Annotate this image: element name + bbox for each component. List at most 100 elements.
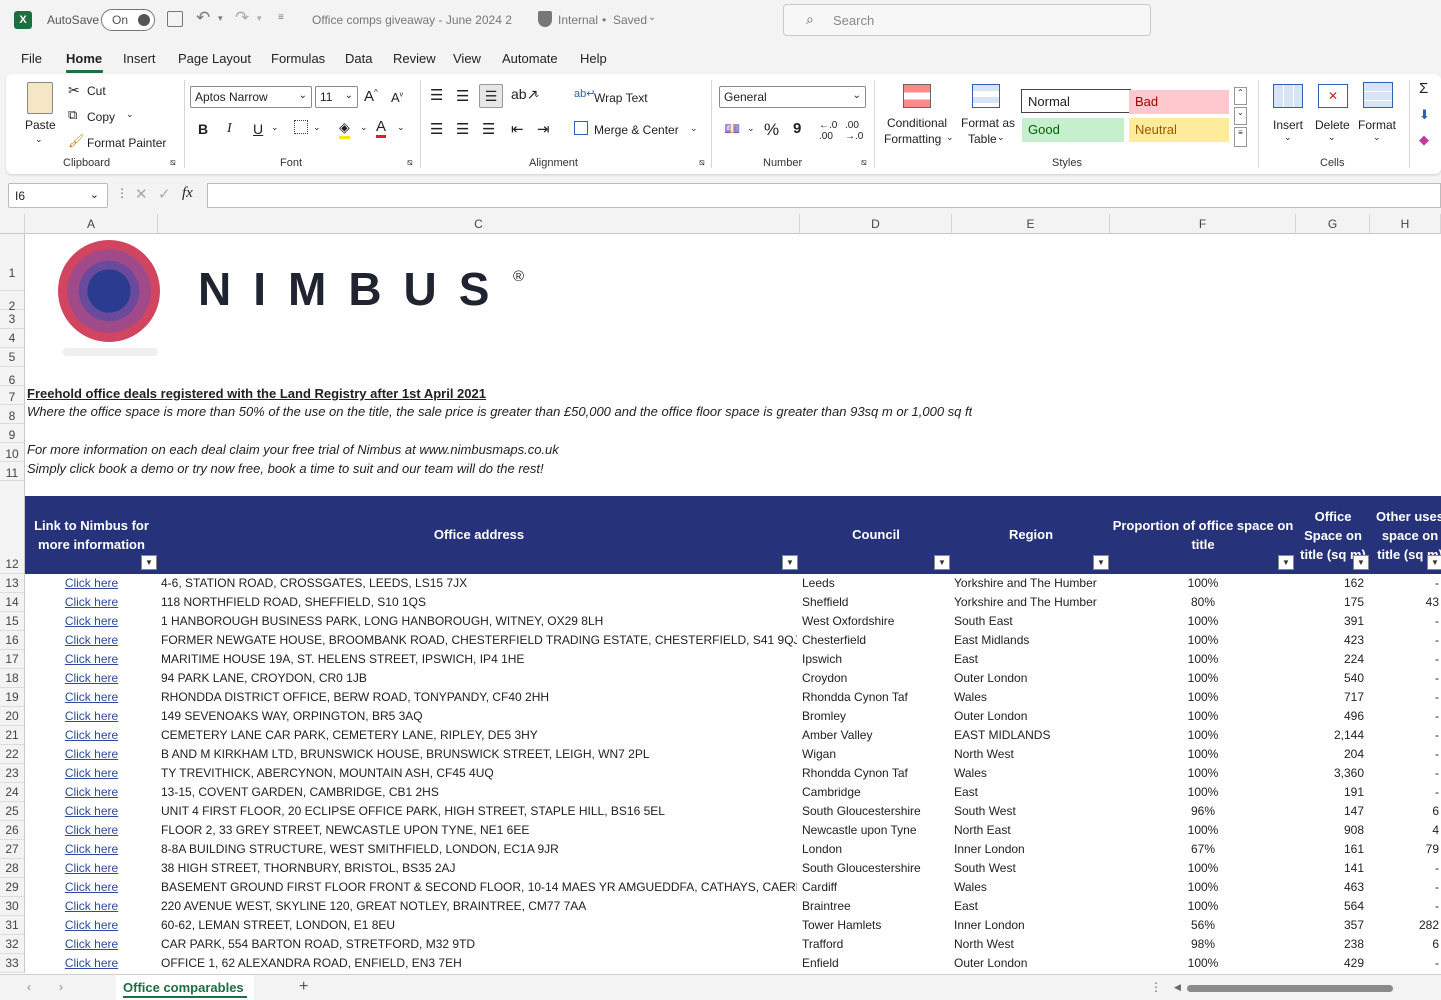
decrease-indent-icon[interactable]: ⇤ — [511, 120, 524, 138]
link-cell[interactable]: Click here — [25, 783, 158, 802]
office-space-cell[interactable]: 429 — [1296, 954, 1364, 973]
other-uses-cell[interactable]: - — [1370, 669, 1439, 688]
filter-dropdown-icon[interactable]: ▼ — [782, 555, 798, 570]
row-header[interactable]: 30 — [0, 897, 25, 916]
council-cell[interactable]: Leeds — [802, 574, 950, 593]
office-space-cell[interactable]: 564 — [1296, 897, 1364, 916]
header-link[interactable]: Link to Nimbus for more information — [25, 516, 158, 554]
align-bottom-icon[interactable]: ☰ — [479, 84, 503, 108]
link-cell[interactable]: Click here — [25, 574, 158, 593]
region-cell[interactable]: East — [954, 897, 1108, 916]
proportion-cell[interactable]: 100% — [1110, 745, 1296, 764]
link-cell[interactable]: Click here — [25, 631, 158, 650]
saved-state[interactable]: Saved — [613, 13, 647, 27]
align-right-icon[interactable]: ☰ — [482, 120, 495, 138]
other-uses-cell[interactable]: 6 — [1370, 802, 1439, 821]
copy-button[interactable]: Copy — [87, 110, 115, 124]
undo-icon[interactable]: ↶ — [196, 8, 210, 28]
row-header[interactable]: 3 — [0, 310, 25, 329]
merge-dropdown-icon[interactable]: ⌄ — [690, 123, 698, 134]
format-as-table-line1[interactable]: Format as — [961, 116, 1015, 130]
row-header[interactable]: 22 — [0, 745, 25, 764]
region-cell[interactable]: EAST MIDLANDS — [954, 726, 1108, 745]
council-cell[interactable]: Enfield — [802, 954, 950, 973]
link-cell[interactable]: Click here — [25, 764, 158, 783]
dialog-launcher-icon[interactable]: ⧅ — [407, 157, 413, 168]
borders-icon[interactable] — [294, 120, 308, 134]
address-cell[interactable]: FLOOR 2, 33 GREY STREET, NEWCASTLE UPON … — [161, 821, 797, 840]
tab-formulas[interactable]: Formulas — [271, 51, 325, 66]
region-cell[interactable]: East Midlands — [954, 631, 1108, 650]
format-cells-icon[interactable] — [1363, 82, 1393, 108]
address-cell[interactable]: OFFICE 1, 62 ALEXANDRA ROAD, ENFIELD, EN… — [161, 954, 797, 973]
align-center-icon[interactable]: ☰ — [456, 120, 469, 138]
row-header[interactable]: 18 — [0, 669, 25, 688]
row-header[interactable]: 19 — [0, 688, 25, 707]
more-options-icon[interactable]: ⋮ — [116, 186, 128, 200]
shrink-font-icon[interactable]: Av — [391, 90, 403, 105]
chevron-down-icon[interactable]: ⌄ — [648, 12, 656, 23]
office-space-cell[interactable]: 3,360 — [1296, 764, 1364, 783]
address-cell[interactable]: FORMER NEWGATE HOUSE, BROOMBANK ROAD, CH… — [161, 631, 797, 650]
address-cell[interactable]: CAR PARK, 554 BARTON ROAD, STRETFORD, M3… — [161, 935, 797, 954]
redo-dropdown-icon[interactable]: ▾ — [257, 13, 262, 24]
increase-indent-icon[interactable]: ⇥ — [537, 120, 550, 138]
row-header[interactable]: 28 — [0, 859, 25, 878]
proportion-cell[interactable]: 96% — [1110, 802, 1296, 821]
row-header[interactable]: 12 — [0, 481, 25, 574]
row-header[interactable]: 27 — [0, 840, 25, 859]
align-middle-icon[interactable]: ☰ — [456, 87, 469, 105]
horizontal-scrollbar-thumb[interactable] — [1187, 985, 1393, 992]
styles-scroll-up-icon[interactable]: ⌃ — [1234, 87, 1247, 105]
intro-line-2[interactable]: For more information on each deal claim … — [27, 440, 559, 459]
office-space-cell[interactable]: 540 — [1296, 669, 1364, 688]
insert-function-icon[interactable]: fx — [182, 185, 193, 202]
link-cell[interactable]: Click here — [25, 954, 158, 973]
filter-dropdown-icon[interactable]: ▼ — [934, 555, 950, 570]
proportion-cell[interactable]: 100% — [1110, 574, 1296, 593]
tab-data[interactable]: Data — [345, 51, 372, 66]
autosum-icon[interactable]: Σ — [1419, 80, 1428, 97]
row-header[interactable]: 32 — [0, 935, 25, 954]
council-cell[interactable]: Cambridge — [802, 783, 950, 802]
borders-dropdown-icon[interactable]: ⌄ — [313, 122, 321, 133]
proportion-cell[interactable]: 100% — [1110, 783, 1296, 802]
link-cell[interactable]: Click here — [25, 916, 158, 935]
comma-style-button[interactable]: 9 — [793, 120, 801, 137]
council-cell[interactable]: Wigan — [802, 745, 950, 764]
other-uses-cell[interactable]: - — [1370, 764, 1439, 783]
region-cell[interactable]: Yorkshire and The Humber — [954, 574, 1108, 593]
other-uses-cell[interactable]: - — [1370, 878, 1439, 897]
link-cell[interactable]: Click here — [25, 726, 158, 745]
tab-home[interactable]: Home — [66, 51, 102, 66]
address-cell[interactable]: 94 PARK LANE, CROYDON, CR0 1JB — [161, 669, 797, 688]
other-uses-cell[interactable]: - — [1370, 707, 1439, 726]
align-top-icon[interactable]: ☰ — [430, 86, 443, 104]
address-cell[interactable]: 1 HANBOROUGH BUSINESS PARK, LONG HANBORO… — [161, 612, 797, 631]
office-space-cell[interactable]: 175 — [1296, 593, 1364, 612]
link-cell[interactable]: Click here — [25, 593, 158, 612]
other-uses-cell[interactable]: - — [1370, 897, 1439, 916]
row-header[interactable]: 33 — [0, 954, 25, 973]
row-header[interactable]: 4 — [0, 329, 25, 348]
other-uses-cell[interactable]: - — [1370, 783, 1439, 802]
region-cell[interactable]: Outer London — [954, 669, 1108, 688]
merge-center-icon[interactable] — [574, 121, 588, 135]
region-cell[interactable]: North West — [954, 745, 1108, 764]
paste-dropdown-icon[interactable]: ⌄ — [35, 134, 43, 145]
address-cell[interactable]: BASEMENT GROUND FIRST FLOOR FRONT & SECO… — [161, 878, 797, 897]
region-cell[interactable]: Outer London — [954, 954, 1108, 973]
address-cell[interactable]: 38 HIGH STREET, THORNBURY, BRISTOL, BS35… — [161, 859, 797, 878]
row-header[interactable]: 5 — [0, 348, 25, 367]
underline-button[interactable]: U — [253, 121, 263, 137]
office-space-cell[interactable]: 162 — [1296, 574, 1364, 593]
council-cell[interactable]: South Gloucestershire — [802, 859, 950, 878]
proportion-cell[interactable]: 100% — [1110, 688, 1296, 707]
proportion-cell[interactable]: 100% — [1110, 821, 1296, 840]
column-header-c[interactable]: C — [158, 214, 800, 234]
other-uses-cell[interactable]: - — [1370, 650, 1439, 669]
row-header[interactable]: 21 — [0, 726, 25, 745]
address-cell[interactable]: RHONDDA DISTRICT OFFICE, BERW ROAD, TONY… — [161, 688, 797, 707]
cut-icon[interactable]: ✂ — [68, 82, 80, 99]
style-neutral[interactable]: Neutral — [1129, 118, 1229, 142]
